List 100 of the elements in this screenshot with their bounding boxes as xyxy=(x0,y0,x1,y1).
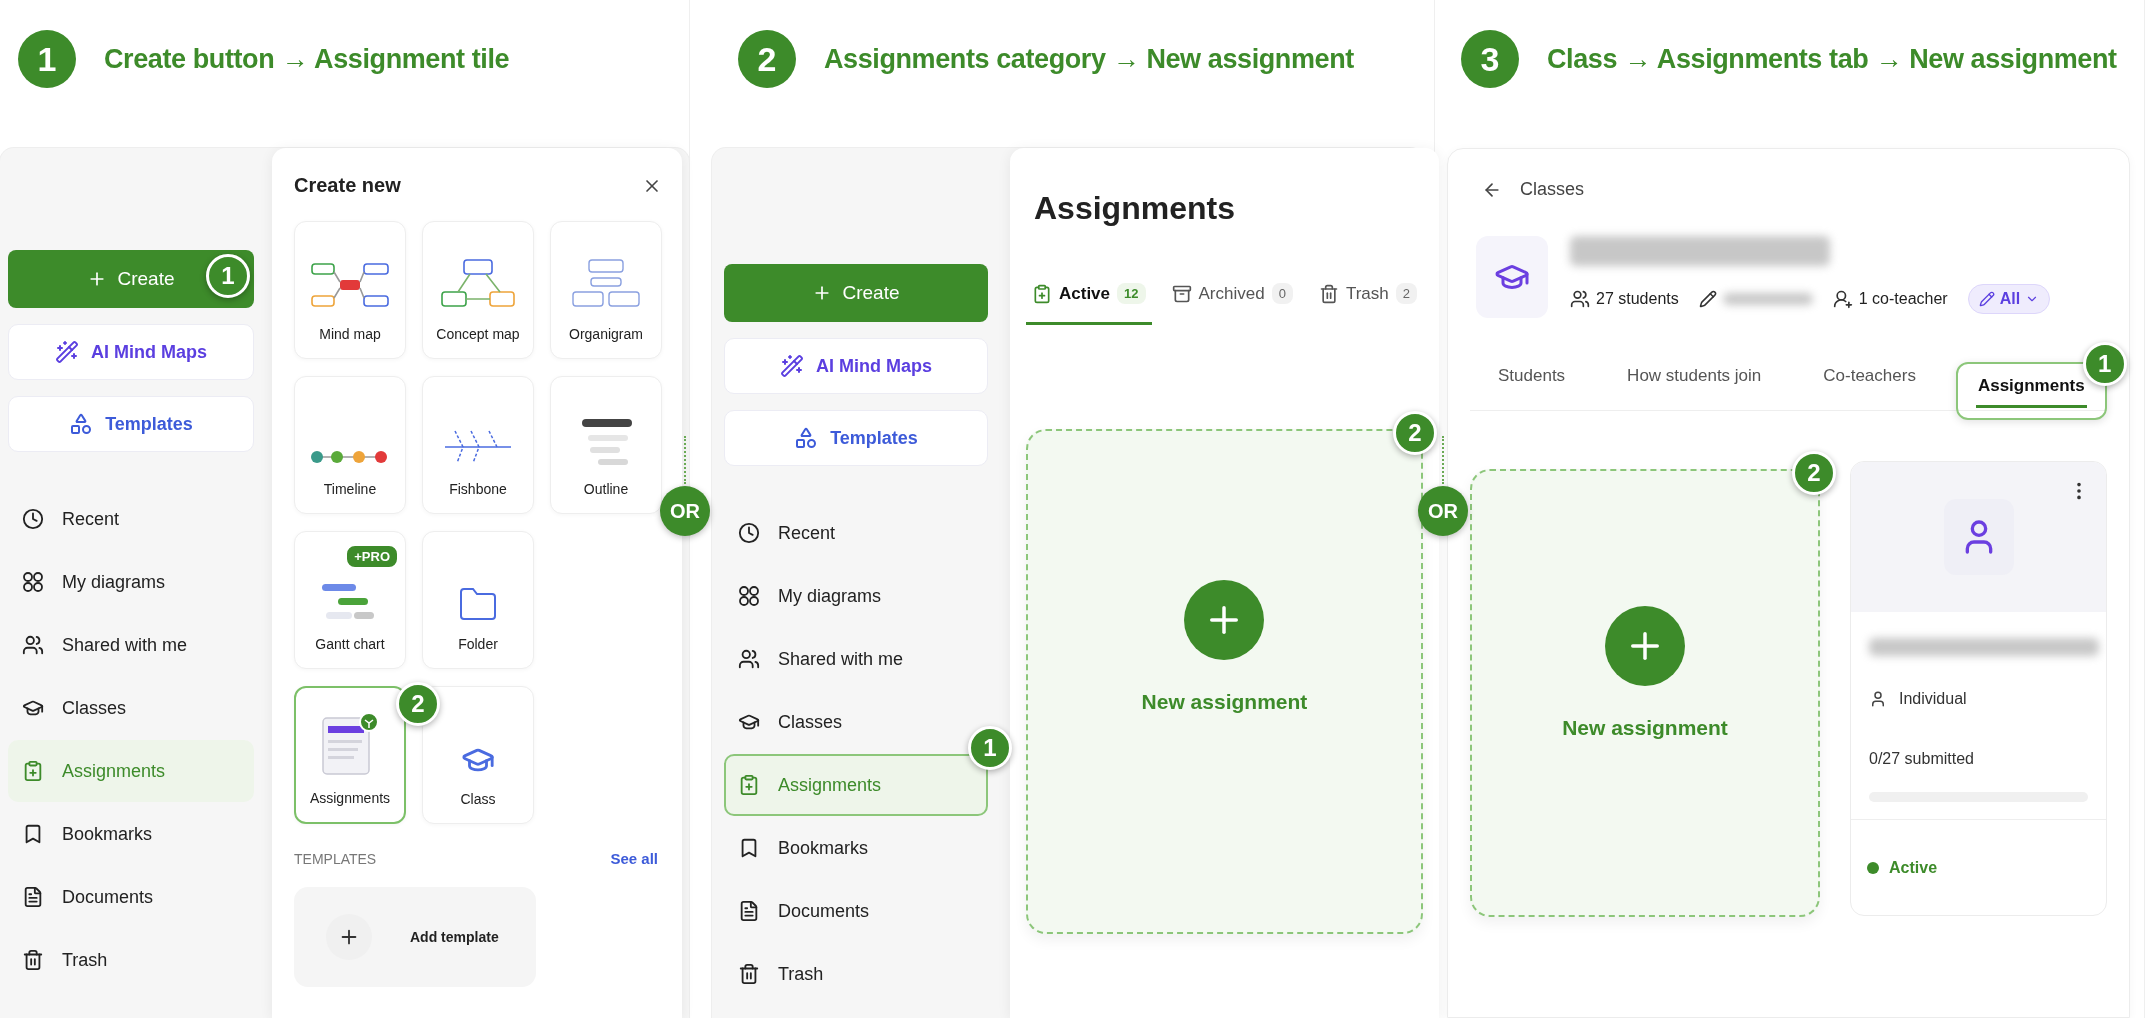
sidebar-item-label: Bookmarks xyxy=(778,837,869,859)
co-teacher-count: 1 co-teacher xyxy=(1858,290,1948,308)
page-title: Assignments xyxy=(1033,190,1236,227)
add-template-label: Add template xyxy=(410,929,499,945)
new-assignment-label: New assignment xyxy=(1141,689,1308,714)
create-tile[interactable]: Assignments xyxy=(294,686,406,824)
document-icon xyxy=(22,886,44,908)
create-tile[interactable]: Outline xyxy=(550,376,662,514)
sidebar-item[interactable]: Shared with me xyxy=(724,628,988,690)
pencil-icon xyxy=(1978,291,1995,307)
people-icon xyxy=(22,634,44,656)
sidebar-item-label: Trash xyxy=(778,963,824,985)
create-tile[interactable]: Concept map xyxy=(422,221,534,359)
sidebar-item[interactable]: Documents xyxy=(724,880,988,942)
clipboard-icon xyxy=(738,774,760,796)
tab[interactable]: Co-teachers xyxy=(1801,352,1938,410)
sidebar-item[interactable]: Shared with me xyxy=(8,614,254,676)
templates-button[interactable]: Templates xyxy=(8,396,254,452)
shapes-icon xyxy=(794,426,819,450)
add-template-card[interactable]: Add template xyxy=(294,887,536,987)
four-circles-icon xyxy=(738,585,760,607)
document-icon xyxy=(738,900,760,922)
sidebar-item[interactable]: Classes xyxy=(8,677,254,739)
sidebar-item-label: Bookmarks xyxy=(62,823,153,845)
ai-mind-maps-button[interactable]: AI Mind Maps xyxy=(724,338,988,394)
sidebar-item-label: Documents xyxy=(62,886,154,908)
clock-icon xyxy=(22,508,44,530)
sidebar-item-label: Shared with me xyxy=(778,648,904,670)
sidebar-item-label: Shared with me xyxy=(62,634,188,656)
sidebar-item[interactable]: My diagrams xyxy=(724,565,988,627)
count-badge: 2 xyxy=(1395,283,1417,304)
sidebar-item[interactable]: My diagrams xyxy=(8,551,254,613)
tile-label: Concept map xyxy=(436,326,520,342)
assignment-card[interactable]: Individual 0/27 submitted Active xyxy=(1850,461,2107,916)
tile-label: Outline xyxy=(583,481,629,497)
templates-button[interactable]: Templates xyxy=(724,410,988,466)
sidebar-item[interactable]: Documents xyxy=(8,866,254,928)
four-circles-icon xyxy=(22,571,44,593)
filter-dropdown[interactable]: All xyxy=(1967,284,2051,314)
sidebar-item-label: Recent xyxy=(62,508,120,530)
folder-icon xyxy=(458,586,498,622)
clipboard-icon xyxy=(22,760,44,782)
step-number-badge: 2 xyxy=(738,30,796,88)
step-number-badge: 1 xyxy=(18,30,76,88)
create-tile[interactable]: Timeline xyxy=(294,376,406,514)
tab[interactable]: Students xyxy=(1476,352,1588,410)
sidebar-item-label: Assignments xyxy=(62,760,166,782)
step-number-badge: 2 xyxy=(1392,411,1437,455)
submission-count: 0/27 submitted xyxy=(1869,750,1974,768)
create-tile[interactable]: Fishbone xyxy=(422,376,534,514)
tab[interactable]: Archived 0 xyxy=(1165,271,1299,325)
create-tile[interactable]: Organigram xyxy=(550,221,662,359)
panel-title: Create new xyxy=(294,174,401,197)
sidebar-item[interactable]: Recent xyxy=(8,488,254,550)
tab[interactable]: Active 12 xyxy=(1026,271,1152,325)
sidebar-item[interactable]: Recent xyxy=(724,502,988,564)
people-icon xyxy=(1570,289,1590,309)
ai-mind-maps-button[interactable]: AI Mind Maps xyxy=(8,324,254,380)
create-tile[interactable]: +PRO Gantt chart xyxy=(294,531,406,669)
co-teacher-icon xyxy=(1832,289,1853,309)
sidebar-item-label: My diagrams xyxy=(62,571,166,593)
count-badge: 12 xyxy=(1117,283,1146,304)
step-title: Assignments category → New assignment xyxy=(824,43,1354,75)
sidebar-item-label: Trash xyxy=(62,949,108,971)
count-badge: 0 xyxy=(1271,283,1293,304)
tile-label: Fishbone xyxy=(449,481,507,497)
or-badge: OR xyxy=(660,486,710,536)
step-number-badge: 1 xyxy=(968,726,1012,770)
student-count: 27 students xyxy=(1596,290,1679,308)
see-all-link[interactable]: See all xyxy=(610,850,658,867)
sidebar-item[interactable]: Assignments xyxy=(8,740,254,802)
people-icon xyxy=(738,648,760,670)
tile-label: Mind map xyxy=(319,326,381,342)
shapes-icon xyxy=(69,412,94,436)
tile-label: Organigram xyxy=(569,326,643,342)
tile-label: Class xyxy=(460,791,496,807)
trash-icon xyxy=(22,949,44,971)
sidebar-item-label: Documents xyxy=(778,900,870,922)
sidebar-item[interactable]: Bookmarks xyxy=(8,803,254,865)
pencil-icon xyxy=(1698,290,1717,308)
magic-wand-icon xyxy=(55,340,79,364)
sidebar-item-label: Classes xyxy=(62,697,127,719)
step-title: Class → Assignments tab → New assignment xyxy=(1547,43,2117,75)
clipboard-icon xyxy=(1032,283,1052,304)
tab[interactable]: Trash 2 xyxy=(1312,271,1423,325)
back-link[interactable]: Classes xyxy=(1520,179,1585,200)
sidebar-item[interactable]: Trash xyxy=(724,943,988,1005)
tab[interactable]: How students join xyxy=(1605,352,1784,410)
sidebar-item[interactable]: Trash xyxy=(8,929,254,991)
create-button[interactable]: Create 1 xyxy=(8,250,254,308)
create-tile[interactable]: Mind map xyxy=(294,221,406,359)
section-heading: TEMPLATES xyxy=(294,850,377,867)
create-tile[interactable]: Folder xyxy=(422,531,534,669)
or-badge: OR xyxy=(1418,486,1468,536)
magic-wand-icon xyxy=(780,354,804,378)
create-button[interactable]: Create xyxy=(724,264,988,322)
sidebar-item[interactable]: Bookmarks xyxy=(724,817,988,879)
archive-box-icon xyxy=(1171,283,1192,304)
trash-icon xyxy=(1318,283,1339,304)
step-number-badge: 3 xyxy=(1461,30,1519,88)
